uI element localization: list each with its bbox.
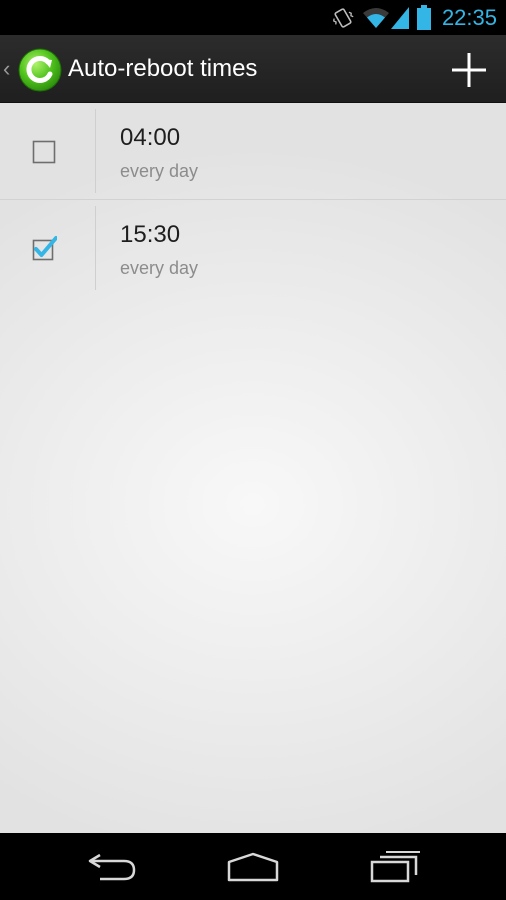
reboot-repeat: every day [120, 161, 199, 181]
reboot-time: 15:30 [120, 221, 181, 248]
reboot-times-list: 04:00 every day 15:30 every day [0, 103, 506, 833]
signal-icon [391, 7, 409, 29]
battery-icon [417, 5, 431, 30]
up-navigation-button[interactable]: ‹ [0, 35, 66, 103]
enable-checkbox[interactable] [0, 200, 86, 296]
back-icon[interactable] [86, 847, 140, 887]
vibrate-icon [333, 8, 354, 28]
home-icon[interactable] [226, 847, 280, 887]
plus-icon [452, 53, 486, 87]
page-title: Auto-reboot times [68, 55, 258, 82]
reboot-time: 04:00 [120, 124, 181, 151]
list-item[interactable]: 04:00 every day [0, 103, 506, 199]
row-separator [95, 206, 96, 290]
checkbox-unchecked-icon [32, 140, 56, 164]
status-bar: 22:35 [0, 0, 506, 35]
navigation-bar [0, 833, 506, 900]
status-clock: 22:35 [441, 5, 497, 30]
up-caret-icon: ‹ [3, 56, 11, 81]
enable-checkbox[interactable] [0, 103, 86, 199]
row-separator [95, 109, 96, 193]
reboot-repeat: every day [120, 258, 199, 278]
list-item[interactable]: 15:30 every day [0, 200, 506, 296]
refresh-app-icon [18, 48, 62, 92]
action-bar: ‹ Auto-reboot times [0, 35, 506, 103]
wifi-icon [363, 8, 389, 28]
checkbox-checked-icon [32, 236, 57, 261]
add-time-button[interactable] [450, 51, 488, 89]
recent-apps-icon[interactable] [368, 847, 422, 887]
